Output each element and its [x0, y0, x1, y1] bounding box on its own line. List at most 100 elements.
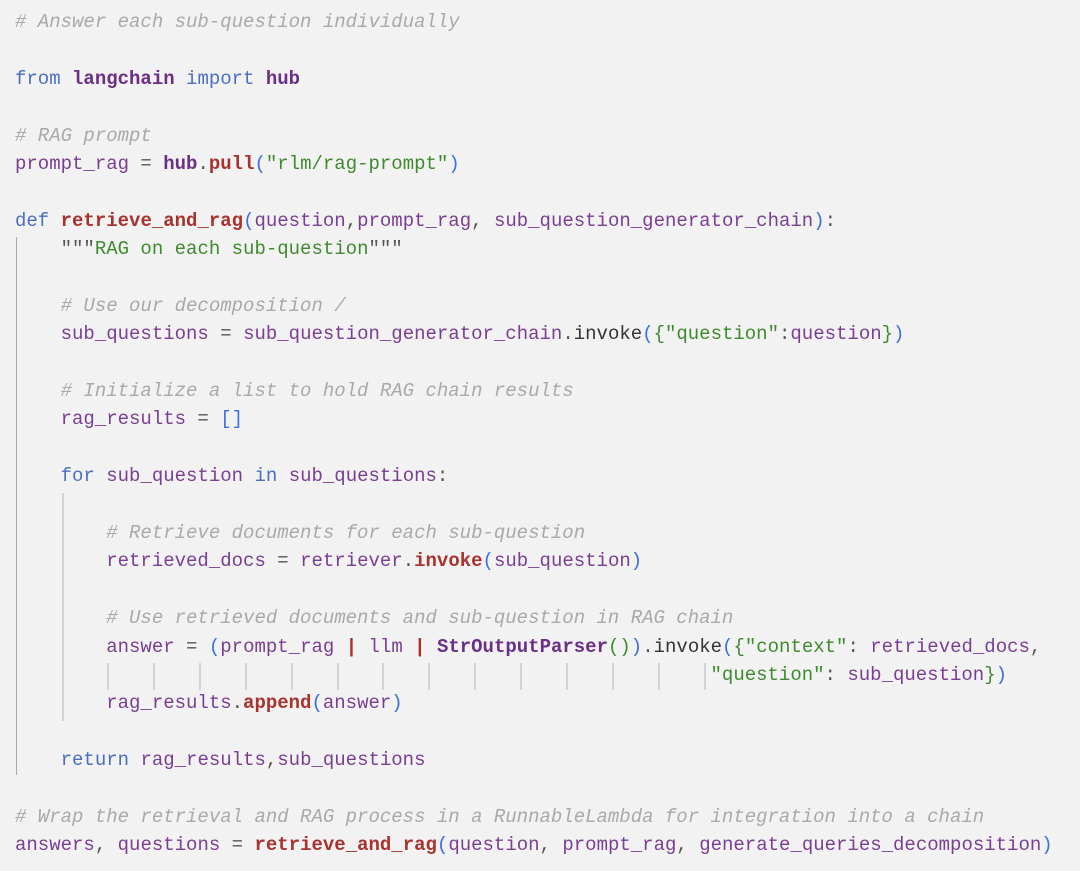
- operator-token: [15, 664, 711, 686]
- code-line[interactable]: return rag_results,sub_questions: [15, 746, 1053, 774]
- operator-token: .: [402, 550, 415, 573]
- code-line[interactable]: # Retrieve documents for each sub-questi…: [15, 519, 1053, 547]
- identifier-token: rag_results: [106, 692, 232, 715]
- code-line[interactable]: # Use our decomposition /: [15, 292, 1053, 320]
- code-line[interactable]: for sub_question in sub_questions:: [15, 462, 1053, 490]
- operator-token: [277, 465, 288, 487]
- keyword-token: in: [254, 465, 278, 488]
- code-line[interactable]: ​: [15, 434, 1053, 462]
- code-line[interactable]: ​: [15, 264, 1053, 292]
- operator-token: [15, 749, 61, 771]
- operator-token: .: [197, 152, 209, 175]
- code-line[interactable]: "question": sub_question}): [15, 661, 1053, 689]
- indent-guide-continuation: [611, 663, 614, 690]
- operator-token: [175, 68, 186, 90]
- operator-token: ,: [345, 209, 358, 232]
- code-line[interactable]: rag_results = []: [15, 405, 1053, 433]
- code-line[interactable]: retrieved_docs = retriever.invoke(sub_qu…: [15, 547, 1053, 575]
- code-line[interactable]: ​: [15, 576, 1053, 604]
- identifier-token: question: [448, 834, 540, 857]
- operator-token: [15, 380, 61, 402]
- operator-token: [15, 295, 61, 317]
- code-line[interactable]: # Answer each sub-question individually: [15, 8, 1053, 36]
- operator-token: ,: [471, 209, 494, 232]
- keyword-token: def: [15, 209, 50, 232]
- operator-token: [15, 692, 106, 714]
- bracket-token: {: [733, 635, 745, 658]
- indent-guide-continuation: [107, 663, 109, 690]
- identifier-token: prompt_rag: [15, 152, 130, 175]
- operator-token: [334, 636, 345, 658]
- operator-token: [15, 323, 61, 345]
- code-line[interactable]: # Wrap the retrieval and RAG process in …: [15, 803, 1053, 831]
- code-line[interactable]: rag_results.append(answer): [15, 689, 1053, 717]
- code-line[interactable]: ​: [15, 93, 1053, 121]
- code-line[interactable]: # Initialize a list to hold RAG chain re…: [15, 377, 1053, 405]
- bracket-token: (: [254, 152, 266, 175]
- code-line[interactable]: # Use retrieved documents and sub-questi…: [15, 604, 1053, 632]
- operator-token: ,: [1029, 635, 1042, 658]
- code-block[interactable]: # Answer each sub-question individually ​…: [15, 8, 1053, 860]
- code-line[interactable]: """RAG on each sub-question""": [15, 235, 1053, 263]
- method-token: invoke: [573, 323, 643, 346]
- code-line[interactable]: def retrieve_and_rag(question,prompt_rag…: [15, 207, 1053, 235]
- identifier-token: sub_question: [106, 465, 244, 488]
- bracket-token: ): [1041, 834, 1053, 857]
- code-line[interactable]: ​: [15, 491, 1053, 519]
- code-line[interactable]: # RAG prompt: [15, 122, 1053, 150]
- operator-token: [15, 636, 106, 658]
- identifier-token: sub_question: [493, 550, 631, 573]
- pipe-operator-token: |: [414, 635, 426, 658]
- operator-token: [15, 408, 61, 430]
- bracket-token: ): [995, 663, 1007, 686]
- function-token: pull: [208, 152, 255, 175]
- code-line[interactable]: from langchain import hub: [15, 65, 1053, 93]
- bracket-token: (: [243, 209, 255, 232]
- comment-token: # Use our decomposition /: [60, 294, 346, 317]
- indent-guide-continuation: [244, 663, 247, 690]
- code-line[interactable]: ​: [15, 349, 1053, 377]
- code-line[interactable]: prompt_rag = hub.pull("rlm/rag-prompt"): [15, 150, 1053, 178]
- operator-token: :: [779, 323, 791, 346]
- code-line[interactable]: answers, questions = retrieve_and_rag(qu…: [15, 831, 1053, 859]
- identifier-token: sub_question: [847, 663, 985, 686]
- comment-token: # Use retrieved documents and sub-questi…: [106, 607, 734, 630]
- string-token: "question": [710, 663, 825, 686]
- keyword-token: from: [15, 67, 61, 90]
- operator-token: """: [60, 238, 95, 261]
- bracket-token: ): [630, 550, 643, 573]
- bracket-token: ): [813, 209, 825, 232]
- code-line[interactable]: ​: [15, 36, 1053, 64]
- identifier-token: sub_questions: [288, 465, 437, 488]
- identifier-token: answers: [15, 834, 95, 857]
- identifier-token: sub_questions: [277, 749, 426, 772]
- operator-token: =: [265, 550, 301, 573]
- operator-token: :: [436, 465, 449, 488]
- indent-guide-continuation: [290, 663, 293, 690]
- code-line[interactable]: ​: [15, 178, 1053, 206]
- code-line[interactable]: answer = (prompt_rag | llm | StrOutputPa…: [15, 633, 1053, 661]
- code-line[interactable]: ​: [15, 775, 1053, 803]
- bracket-token: ): [448, 152, 460, 175]
- function-token: invoke: [414, 550, 483, 573]
- identifier-token: questions: [117, 834, 221, 857]
- identifier-token: generate_queries_decomposition: [699, 834, 1042, 857]
- module-token: hub: [163, 152, 198, 175]
- comment-token: # Wrap the retrieval and RAG process in …: [15, 805, 985, 828]
- operator-token: [357, 636, 368, 658]
- bracket-token: (: [208, 635, 221, 658]
- bracket-token: {: [653, 323, 665, 346]
- operator-token: [426, 636, 437, 658]
- string-token: "rlm/rag-prompt": [265, 152, 449, 175]
- operator-token: [403, 636, 414, 658]
- indent-guide-continuation: [520, 663, 523, 690]
- operator-token: [15, 465, 61, 487]
- operator-token: [243, 465, 254, 487]
- identifier-token: retrieved_docs: [106, 550, 266, 573]
- operator-token: =: [220, 834, 255, 857]
- code-line[interactable]: ​: [15, 718, 1053, 746]
- code-line[interactable]: sub_questions = sub_question_generator_c…: [15, 320, 1053, 348]
- operator-token: [95, 465, 106, 487]
- identifier-token: prompt_rag: [562, 834, 677, 857]
- operator-token: .: [231, 692, 244, 715]
